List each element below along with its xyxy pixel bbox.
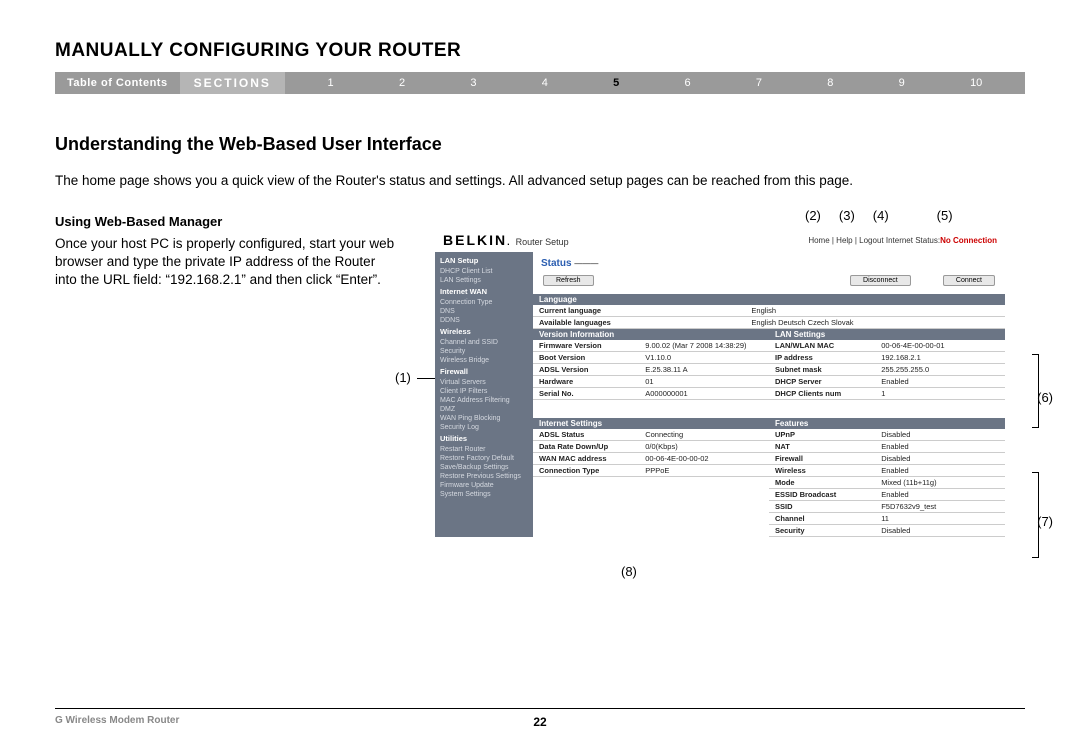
sidebar-item[interactable]: WAN Ping Blocking xyxy=(435,414,533,423)
nav-section-7[interactable]: 7 xyxy=(756,77,762,89)
sidebar-item[interactable]: LAN Settings xyxy=(435,276,533,285)
features-header: Features xyxy=(769,418,1005,429)
status-heading: Status ——— xyxy=(533,252,1005,271)
sidebar-item[interactable]: Security xyxy=(435,347,533,356)
sidebar-item[interactable]: Firmware Update xyxy=(435,481,533,490)
table-row: IP address192.168.2.1 xyxy=(769,352,1005,364)
table-row: Serial No.A000000001 xyxy=(533,388,769,400)
page-footer: G Wireless Modem Router 22 xyxy=(55,708,1025,726)
header-links[interactable]: Home | Help | Logout Internet Status:No … xyxy=(808,236,997,245)
sidebar-item[interactable]: Restore Previous Settings xyxy=(435,472,533,481)
sidebar-heading: LAN Setup xyxy=(435,254,533,267)
table-row: Current languageEnglish xyxy=(533,305,1005,317)
internet-table: ADSL StatusConnectingData Rate Down/Up0/… xyxy=(533,429,769,477)
connect-button[interactable]: Connect xyxy=(943,275,995,286)
sidebar-item[interactable]: Restore Factory Default xyxy=(435,454,533,463)
belkin-logo: BELKIN. Router Setup xyxy=(443,232,569,248)
page-number: 22 xyxy=(533,715,546,729)
callout-5: (5) xyxy=(937,208,953,223)
body-text: Once your host PC is properly configured… xyxy=(55,235,395,290)
callout-7: (7) xyxy=(1037,514,1053,529)
section-title: Understanding the Web-Based User Interfa… xyxy=(55,134,1025,155)
table-row: FirewallDisabled xyxy=(769,453,1005,465)
sidebar-item[interactable]: System Settings xyxy=(435,490,533,499)
sidebar-item[interactable]: DNS xyxy=(435,307,533,316)
nav-section-3[interactable]: 3 xyxy=(470,77,476,89)
sidebar-item[interactable]: DHCP Client List xyxy=(435,267,533,276)
nav-section-4[interactable]: 4 xyxy=(542,77,548,89)
table-row: Connection TypePPPoE xyxy=(533,465,769,477)
sidebar-item[interactable]: Channel and SSID xyxy=(435,338,533,347)
nav-section-8[interactable]: 8 xyxy=(827,77,833,89)
table-row: WirelessEnabled xyxy=(769,465,1005,477)
features-table: UPnPDisabledNATEnabledFirewallDisabledWi… xyxy=(769,429,1005,537)
nav-section-9[interactable]: 9 xyxy=(899,77,905,89)
callout-6: (6) xyxy=(1037,390,1053,405)
table-row: SSIDF5D7632v9_test xyxy=(769,501,1005,513)
table-row: ModeMixed (11b+11g) xyxy=(769,477,1005,489)
nav-section-1[interactable]: 1 xyxy=(328,77,334,89)
table-row: Data Rate Down/Up0/0(Kbps) xyxy=(533,441,769,453)
sidebar-item[interactable]: MAC Address Filtering xyxy=(435,396,533,405)
sidebar-heading: Utilities xyxy=(435,432,533,445)
table-row: Channel11 xyxy=(769,513,1005,525)
section-navbar: Table of Contents SECTIONS 1 2 3 4 5 6 7 8 9 10 xyxy=(55,72,1025,94)
lan-header: LAN Settings xyxy=(769,329,1005,340)
lan-table: LAN/WLAN MAC00-06-4E-00-00-01IP address1… xyxy=(769,340,1005,400)
sidebar-item[interactable]: Virtual Servers xyxy=(435,378,533,387)
sidebar-item[interactable]: Restart Router xyxy=(435,445,533,454)
nav-section-5[interactable]: 5 xyxy=(613,77,619,89)
language-table: Current languageEnglishAvailable languag… xyxy=(533,305,1005,329)
sidebar-heading: Wireless xyxy=(435,325,533,338)
sidebar-item[interactable]: Connection Type xyxy=(435,298,533,307)
callout-1: (1) xyxy=(395,370,411,385)
table-row: Available languagesEnglish Deutsch Czech… xyxy=(533,317,1005,329)
table-row: LAN/WLAN MAC00-06-4E-00-00-01 xyxy=(769,340,1005,352)
callout-4: (4) xyxy=(873,208,889,223)
table-row: ADSL VersionE.25.38.11 A xyxy=(533,364,769,376)
subheading: Using Web-Based Manager xyxy=(55,214,395,229)
version-header: Version Information xyxy=(533,329,769,340)
intro-text: The home page shows you a quick view of … xyxy=(55,173,1025,188)
sidebar-item[interactable]: DMZ xyxy=(435,405,533,414)
sidebar-item[interactable]: DDNS xyxy=(435,316,533,325)
table-row: UPnPDisabled xyxy=(769,429,1005,441)
callout-3: (3) xyxy=(839,208,855,223)
table-row: Subnet mask255.255.255.0 xyxy=(769,364,1005,376)
internet-header: Internet Settings xyxy=(533,418,769,429)
table-row: NATEnabled xyxy=(769,441,1005,453)
table-row: Firmware Version9.00.02 (Mar 7 2008 14:3… xyxy=(533,340,769,352)
language-header: Language xyxy=(533,294,1005,305)
sidebar-item[interactable]: Client IP Filters xyxy=(435,387,533,396)
table-row: Hardware01 xyxy=(533,376,769,388)
callout-2: (2) xyxy=(805,208,821,223)
sidebar-item[interactable]: Wireless Bridge xyxy=(435,356,533,365)
nav-section-2[interactable]: 2 xyxy=(399,77,405,89)
toc-link[interactable]: Table of Contents xyxy=(55,77,180,89)
table-row: Boot VersionV1.10.0 xyxy=(533,352,769,364)
refresh-button[interactable]: Refresh xyxy=(543,275,594,286)
sidebar-heading: Internet WAN xyxy=(435,285,533,298)
chapter-title: MANUALLY CONFIGURING YOUR ROUTER xyxy=(55,40,1025,62)
router-screenshot: BELKIN. Router Setup Home | Help | Logou… xyxy=(435,226,1005,537)
table-row: WAN MAC address00-06-4E-00-00-02 xyxy=(533,453,769,465)
table-row: DHCP Clients num1 xyxy=(769,388,1005,400)
table-row: ESSID BroadcastEnabled xyxy=(769,489,1005,501)
table-row: DHCP ServerEnabled xyxy=(769,376,1005,388)
table-row: ADSL StatusConnecting xyxy=(533,429,769,441)
callout-8: (8) xyxy=(621,564,637,579)
router-sidebar[interactable]: LAN SetupDHCP Client ListLAN SettingsInt… xyxy=(435,252,533,537)
nav-section-6[interactable]: 6 xyxy=(685,77,691,89)
sidebar-item[interactable]: Security Log xyxy=(435,423,533,432)
version-table: Firmware Version9.00.02 (Mar 7 2008 14:3… xyxy=(533,340,769,400)
sidebar-item[interactable]: Save/Backup Settings xyxy=(435,463,533,472)
nav-section-10[interactable]: 10 xyxy=(970,77,982,89)
product-name: G Wireless Modem Router xyxy=(55,715,179,726)
disconnect-button[interactable]: Disconnect xyxy=(850,275,911,286)
table-row: SecurityDisabled xyxy=(769,525,1005,537)
sections-label: SECTIONS xyxy=(180,72,285,94)
sidebar-heading: Firewall xyxy=(435,365,533,378)
